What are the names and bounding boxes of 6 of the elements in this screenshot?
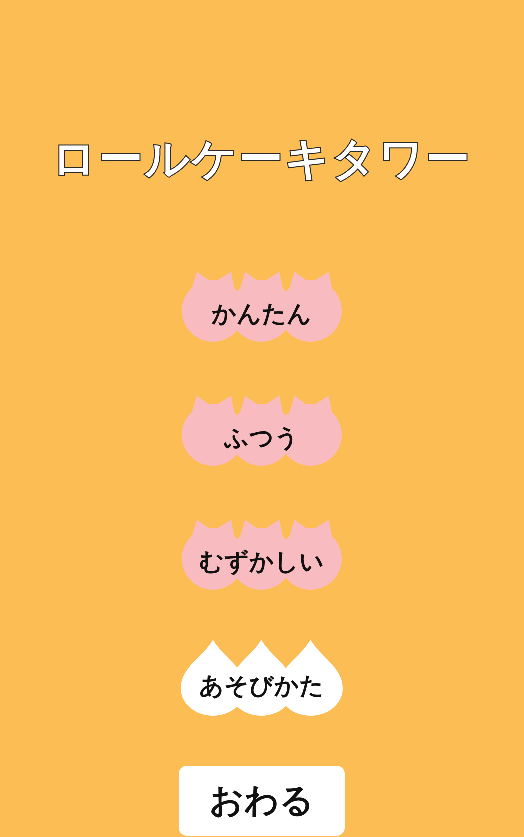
menu-button[interactable]: あそびかた [179, 638, 345, 716]
game-title: ロールケーキタワー [52, 133, 472, 187]
menu-button[interactable]: ふつう [179, 390, 345, 468]
menu-button[interactable]: かんたん [179, 266, 345, 344]
menu-button[interactable]: むずかしい [179, 514, 345, 592]
menu-button[interactable]: おわる [179, 766, 345, 836]
